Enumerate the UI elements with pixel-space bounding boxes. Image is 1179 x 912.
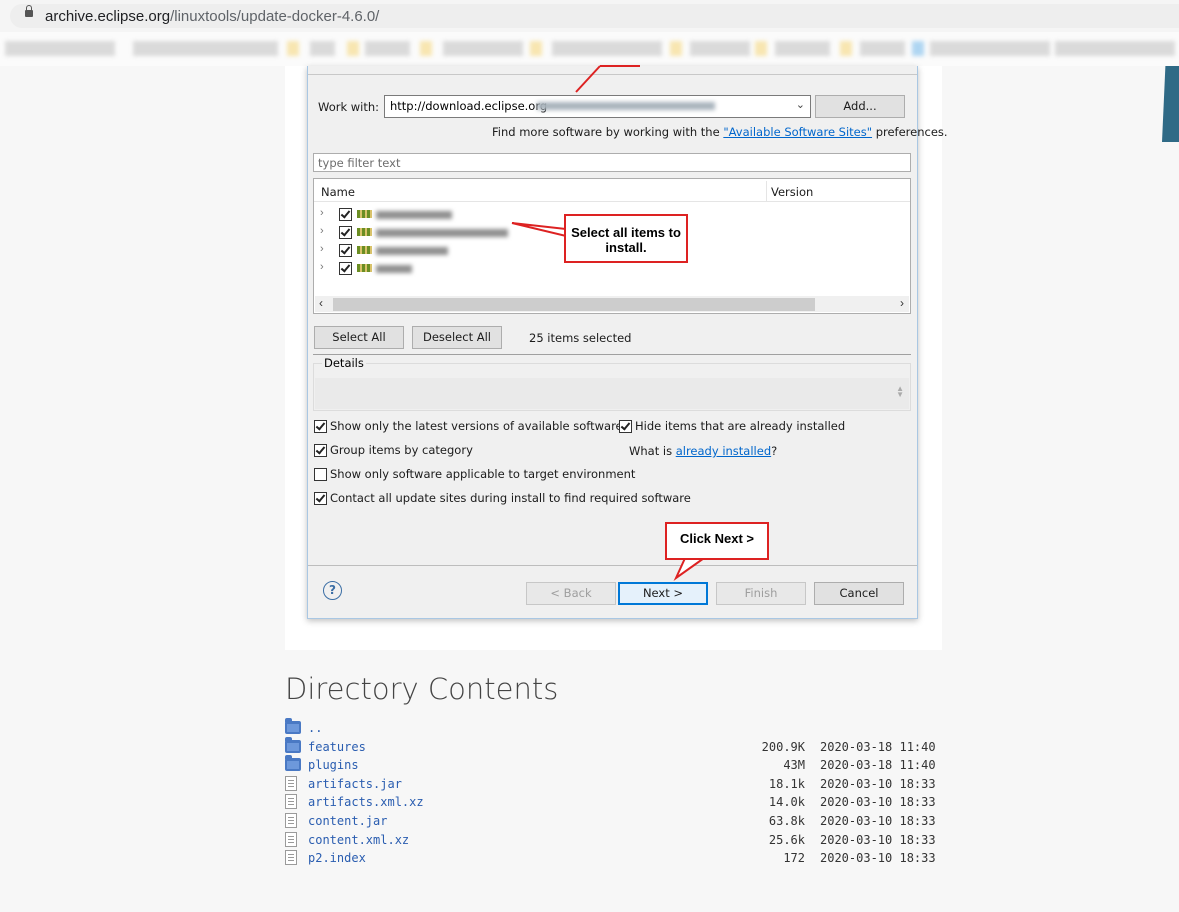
entry-size: 63.8k	[768, 814, 805, 828]
directory-entry: plugins 43M 2020-03-18 11:40	[285, 755, 945, 774]
entry-size: 14.0k	[768, 795, 805, 810]
file-icon[interactable]	[285, 850, 297, 866]
entry-size: 200.9K	[761, 739, 805, 754]
entry-link[interactable]: artifacts.jar	[308, 777, 402, 791]
entry-size: 43M	[783, 758, 805, 773]
file-icon[interactable]	[285, 831, 297, 847]
entry-link[interactable]: ..	[308, 721, 322, 735]
folder-icon[interactable]	[285, 718, 301, 734]
directory-title: Directory Contents	[285, 672, 559, 706]
entry-link[interactable]: plugins	[308, 758, 359, 772]
entry-date: 2020-03-10 18:33	[820, 795, 936, 810]
entry-link[interactable]: content.xml.xz	[308, 833, 409, 847]
directory-entry: p2.index 172 2020-03-10 18:33	[285, 849, 945, 867]
entry-link[interactable]: content.jar	[308, 814, 387, 828]
click-next-callout: Click Next >	[665, 522, 769, 560]
entry-link[interactable]: features	[308, 740, 366, 754]
directory-entry: artifacts.xml.xz 14.0k 2020-03-10 18:33	[285, 793, 945, 811]
entry-date: 2020-03-10 18:33	[820, 851, 936, 866]
entry-date: 2020-03-10 18:33	[820, 832, 936, 847]
entry-link[interactable]: p2.index	[308, 851, 366, 865]
directory-entry: content.xml.xz 25.6k 2020-03-10 18:33	[285, 831, 945, 849]
select-items-callout: Select all items to install.	[564, 214, 688, 263]
entry-date: 2020-03-10 18:33	[820, 776, 936, 791]
file-icon[interactable]	[285, 775, 297, 791]
entry-date: 2020-03-18 11:40	[820, 739, 936, 754]
entry-size: 25.6k	[768, 832, 805, 847]
directory-entry: content.jar 63.8k 2020-03-10 18:33	[285, 812, 945, 830]
directory-entry: features 200.9K 2020-03-18 11:40	[285, 736, 945, 756]
entry-date: 2020-03-18 11:40	[820, 758, 936, 773]
file-icon[interactable]	[285, 813, 297, 828]
file-icon[interactable]	[285, 794, 297, 810]
entry-date: 2020-03-10 18:33	[820, 814, 936, 828]
folder-icon[interactable]	[285, 755, 301, 772]
entry-size: 18.1k	[768, 776, 805, 791]
entry-link[interactable]: artifacts.xml.xz	[308, 795, 424, 809]
folder-icon[interactable]	[285, 736, 301, 753]
directory-entry: ..	[285, 718, 945, 737]
directory-entry: artifacts.jar 18.1k 2020-03-10 18:33	[285, 775, 945, 793]
entry-size: 172	[783, 851, 805, 866]
